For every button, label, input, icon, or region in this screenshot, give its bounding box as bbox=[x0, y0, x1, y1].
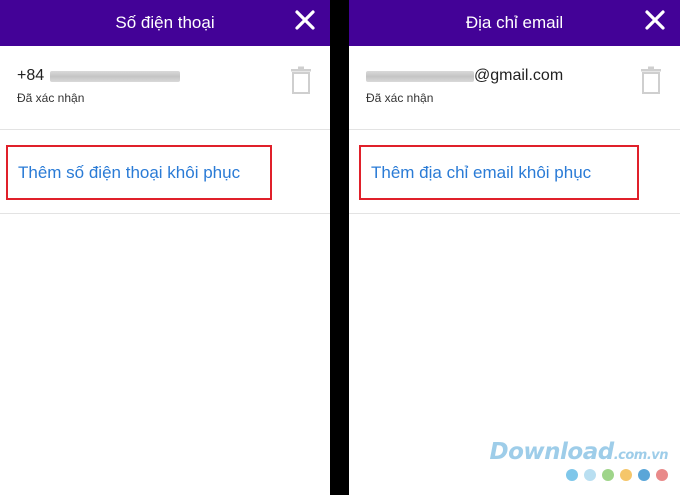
trash-icon[interactable] bbox=[290, 66, 312, 94]
phone-prefix: +84 bbox=[17, 67, 45, 84]
email-suffix: @gmail.com bbox=[474, 67, 564, 84]
watermark-dot bbox=[620, 469, 632, 481]
watermark-brand: Download bbox=[489, 439, 615, 465]
phone-number: +84 bbox=[17, 67, 181, 85]
close-icon[interactable] bbox=[292, 7, 318, 33]
close-icon[interactable] bbox=[642, 7, 668, 33]
add-recovery-phone-label: Thêm số điện thoại khôi phục bbox=[18, 162, 241, 182]
add-recovery-email-label: Thêm địa chỉ email khôi phục bbox=[371, 162, 592, 182]
watermark-dot bbox=[584, 469, 596, 481]
phone-redacted bbox=[50, 70, 181, 82]
phone-panel: Số điện thoại +84 Đã xác nhận Thêm số đi… bbox=[0, 0, 330, 495]
watermark-dots bbox=[490, 469, 668, 481]
watermark-dot bbox=[566, 469, 578, 481]
email-redacted bbox=[366, 70, 474, 82]
add-recovery-email-link[interactable]: Thêm địa chỉ email khôi phục bbox=[359, 145, 639, 200]
phone-panel-title: Số điện thoại bbox=[115, 13, 215, 32]
add-recovery-phone-link[interactable]: Thêm số điện thoại khôi phục bbox=[6, 145, 272, 200]
watermark-dot bbox=[638, 469, 650, 481]
trash-icon[interactable] bbox=[640, 66, 662, 94]
phone-panel-header: Số điện thoại bbox=[0, 0, 330, 46]
email-panel-title: Địa chỉ email bbox=[465, 13, 564, 32]
watermark-logo: Download.com.vn bbox=[489, 439, 669, 465]
email-panel-header: Địa chỉ email bbox=[349, 0, 680, 46]
phone-entry bbox=[0, 46, 330, 130]
email-panel: Địa chỉ email @gmail.com Đã xác nhận Thê… bbox=[349, 0, 680, 495]
email-status: Đã xác nhận bbox=[366, 91, 434, 105]
watermark: Download.com.vn bbox=[489, 439, 669, 481]
email-entry bbox=[349, 46, 680, 130]
watermark-dot bbox=[602, 469, 614, 481]
watermark-domain: .com.vn bbox=[613, 448, 669, 463]
watermark-dot bbox=[656, 469, 668, 481]
email-address: @gmail.com bbox=[366, 67, 563, 85]
phone-status: Đã xác nhận bbox=[17, 91, 85, 105]
